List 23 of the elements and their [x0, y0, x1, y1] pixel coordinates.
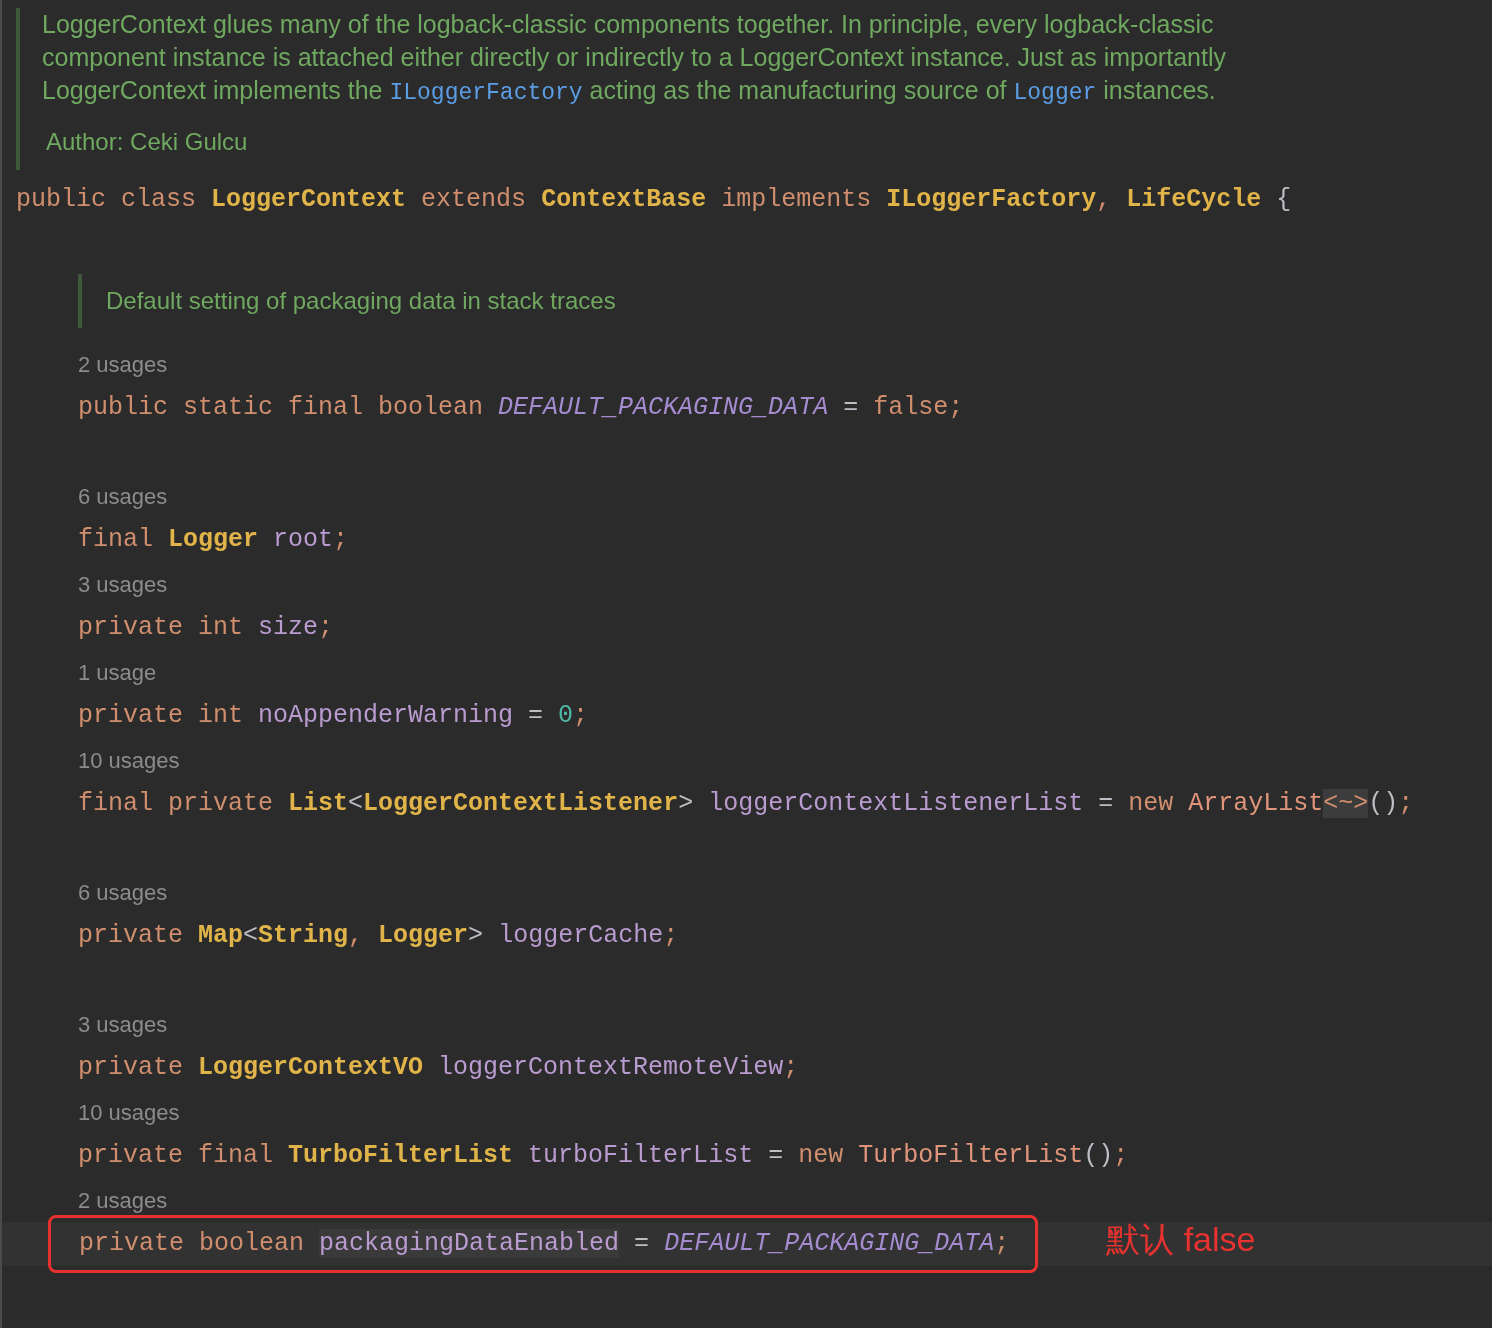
code-line: final Logger root; [78, 525, 349, 554]
code-line: private int noAppenderWarning = 0; [78, 701, 589, 730]
author-tag: Author: Ceki Gulcu [46, 124, 248, 160]
code-line: private boolean packagingDataEnabled = DEFAULT_PACKAGING_DATA; [79, 1229, 1010, 1259]
code-line: public class LoggerContext extends ContextBase implements ILoggerFactory, LifeCycle { [16, 185, 1292, 215]
usage-hint[interactable]: 10 usages [78, 1095, 180, 1129]
usage-hint[interactable]: 6 usages [78, 875, 168, 909]
usage-hint[interactable]: 10 usages [78, 743, 180, 777]
code-line: private LoggerContextVO loggerContextRemoteView; [78, 1053, 799, 1082]
usage-hint[interactable]: 1 usage [78, 655, 157, 689]
code-line: final private List<LoggerContextListener> loggerContextListenerList = new ArrayList<~>(); [78, 789, 1414, 818]
code-line: private final TurboFilterList turboFilterList = new TurboFilterList(); [78, 1141, 1129, 1170]
usage-hint[interactable]: 3 usages [78, 1007, 168, 1041]
usage-hint[interactable]: 3 usages [78, 567, 168, 601]
usage-hint[interactable]: 2 usages [78, 347, 168, 381]
usage-hint[interactable]: 6 usages [78, 479, 168, 513]
doc-comment-text: Default setting of packaging data in stack traces [106, 286, 616, 316]
doc-comment-text: LoggerContext glues many of the logback-classic components together. In principle, every logback-classic component instance is attached either directly or indirectly to a LoggerContext instance. Just as importantly LoggerContext implements the ILoggerFactory acting as the manufacturing source of Logger instances. [42, 9, 1227, 108]
code-line: public static final boolean DEFAULT_PACKAGING_DATA = false; [78, 393, 964, 422]
code-line: private int size; [78, 613, 334, 642]
code-line: private Map<String, Logger> loggerCache; [78, 921, 679, 950]
usage-hint[interactable]: 2 usages [78, 1183, 168, 1217]
annotation-text: 默认 false [1106, 1218, 1256, 1260]
